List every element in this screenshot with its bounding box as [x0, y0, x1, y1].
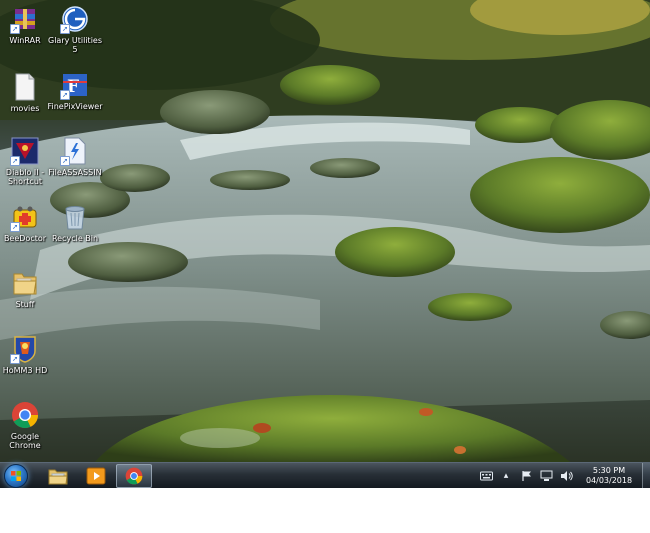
desktop-icon-beedoctor[interactable]: ➚ BeeDoctor — [0, 202, 50, 243]
shortcut-arrow-icon: ➚ — [10, 354, 20, 364]
chevron-up-icon[interactable]: ▴ — [499, 469, 513, 483]
start-button[interactable] — [4, 464, 28, 488]
desktop-icon-label: Google Chrome — [9, 432, 41, 450]
system-tray: ▴ 5:30 PM 04/03/2018 — [476, 463, 650, 488]
desktop-icon-diablo-ii[interactable]: ➚ Diablo II - Shortcut — [0, 136, 50, 186]
desktop-icon-label: Stuff — [15, 300, 35, 309]
shortcut-arrow-icon: ➚ — [10, 156, 20, 166]
desktop-icon-recycle-bin[interactable]: Recycle Bin — [50, 202, 100, 243]
shortcut-arrow-icon: ➚ — [60, 90, 70, 100]
windows-logo-icon — [11, 471, 21, 481]
winrar-icon: ➚ — [10, 4, 40, 34]
taskbar-google-chrome[interactable] — [116, 464, 152, 488]
desktop-icon-homm3-hd[interactable]: ➚ HoMM3 HD — [0, 334, 50, 375]
media-player-icon — [86, 467, 106, 485]
taskbar-clock[interactable]: 5:30 PM 04/03/2018 — [580, 466, 638, 486]
fileassassin-icon: ➚ — [60, 136, 90, 166]
clock-date: 04/03/2018 — [585, 476, 633, 485]
desktop-icon-stuff[interactable]: Stuff — [0, 268, 50, 309]
homm3-icon: ➚ — [10, 334, 40, 364]
finepix-viewer-icon: F ➚ — [60, 70, 90, 100]
desktop-icon-finepixviewer[interactable]: F ➚ FinePixViewer — [47, 70, 103, 111]
folder-icon — [10, 268, 40, 298]
file-icon — [10, 72, 40, 102]
desktop-icon-label: FileASSASSIN — [48, 168, 102, 177]
clock-time: 5:30 PM — [592, 466, 626, 475]
desktop-icon-winrar[interactable]: ➚ WinRAR — [0, 4, 50, 45]
show-desktop-button[interactable] — [642, 463, 650, 488]
desktop-icon-movies[interactable]: movies — [0, 72, 50, 113]
glary-utilities-icon: ➚ — [60, 4, 90, 34]
desktop-icon-label: Recycle Bin — [51, 234, 99, 243]
diablo-icon: ➚ — [10, 136, 40, 166]
shortcut-arrow-icon: ➚ — [10, 24, 20, 34]
desktop-icon-glary-utilities[interactable]: ➚ Glary Utilities 5 — [48, 4, 102, 54]
taskbar: ▴ 5:30 PM 04/03/2018 — [0, 462, 650, 488]
chrome-icon — [10, 400, 40, 430]
shortcut-arrow-icon: ➚ — [10, 222, 20, 232]
recycle-bin-icon — [60, 202, 90, 232]
chrome-icon — [125, 467, 143, 485]
taskbar-media-player[interactable] — [78, 464, 114, 488]
desktop-icon-google-chrome[interactable]: Google Chrome — [0, 400, 50, 450]
desktop-icon-label: HoMM3 HD — [2, 366, 48, 375]
desktop-icon-label: Glary Utilities 5 — [48, 36, 102, 54]
shortcut-arrow-icon: ➚ — [60, 24, 70, 34]
desktop-icon-label: FinePixViewer — [47, 102, 103, 111]
desktop-icon-fileassassin[interactable]: ➚ FileASSASSIN — [48, 136, 102, 177]
taskbar-file-explorer[interactable] — [40, 464, 76, 488]
beedoctor-icon: ➚ — [10, 202, 40, 232]
network-icon[interactable] — [539, 469, 553, 483]
volume-icon[interactable] — [559, 469, 573, 483]
folder-icon — [48, 469, 68, 485]
keyboard-icon[interactable] — [479, 469, 493, 483]
flag-icon[interactable] — [519, 469, 533, 483]
desktop-screen: ➚ WinRAR ➚ Glary Utilities 5 movies F ➚ … — [0, 0, 650, 488]
shortcut-arrow-icon: ➚ — [60, 156, 70, 166]
